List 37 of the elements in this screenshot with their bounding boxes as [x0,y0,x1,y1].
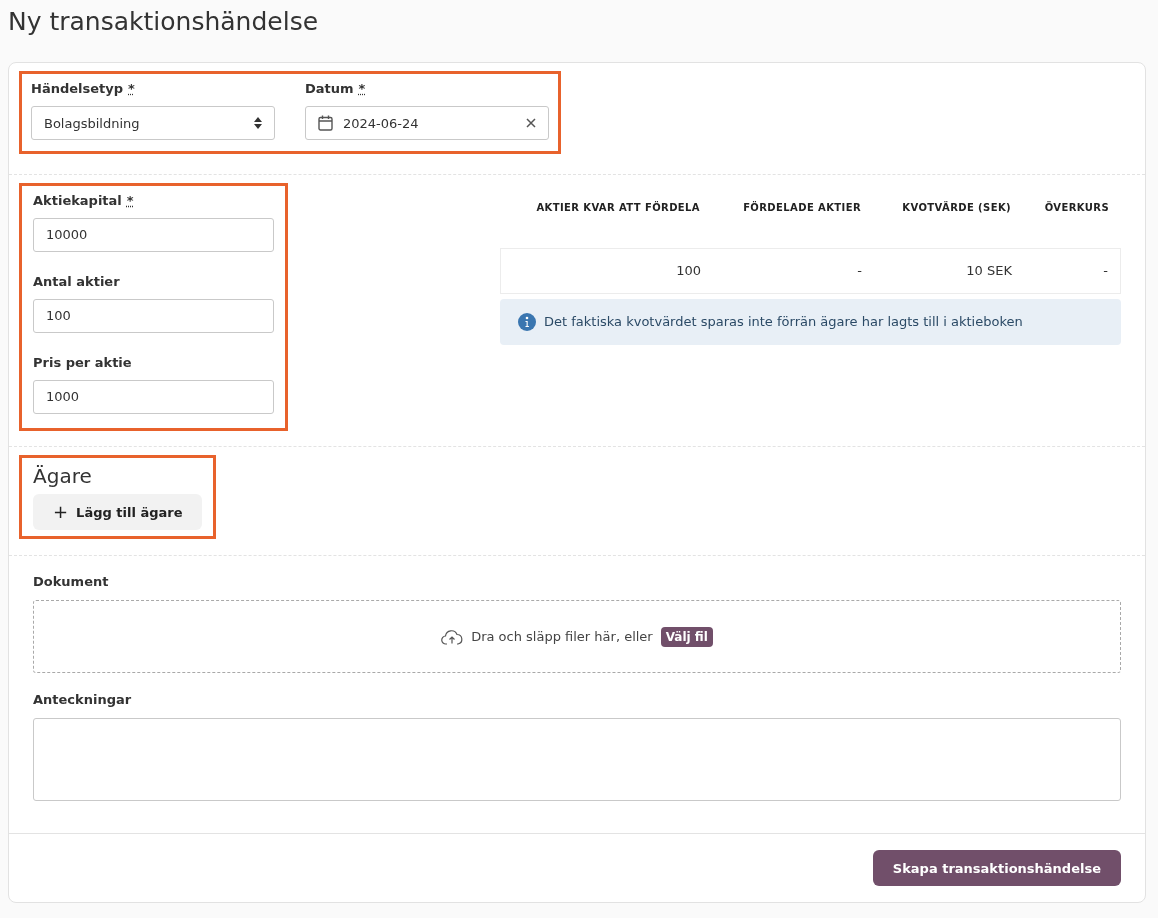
choose-file-button[interactable]: Välj fil [660,626,713,647]
info-text: Det faktiska kvotvärdet sparas inte förrän ägare har lagts till i aktieboken [544,314,1023,330]
calendar-icon [318,115,333,131]
info-icon [518,312,536,331]
section-heading: Ägare [33,464,93,488]
dropzone-text: Dra och släpp filer här, eller [471,629,653,644]
column-header: AKTIER KVAR ATT FÖRDELA [535,201,700,213]
table-cell-text: - [856,263,862,279]
field-label: Anteckningar [33,692,132,707]
table-cell-text: 10 SEK [965,263,1012,279]
date-field[interactable]: 2024-06-24 [305,106,549,140]
field-label: Aktiekapital [33,192,122,209]
file-dropzone[interactable]: Dra och släpp filer här, eller Välj fil [33,600,1121,673]
notes-field[interactable] [33,718,1121,801]
field-label: Pris per aktie [33,354,132,371]
sort-caret-icon [254,117,262,129]
cloud-upload-icon [441,628,464,645]
submit-button[interactable]: Skapa transaktionshändelse [872,850,1121,886]
required-mark: * [358,81,366,97]
input-field[interactable]: 10000 [33,217,274,252]
clear-icon[interactable] [526,118,536,128]
column-header: KVOTVÄRDE (SEK) [901,201,1011,213]
column-header: FÖRDELADE AKTIER [742,201,861,213]
required-mark: * [128,81,135,97]
select-field[interactable]: Bolagsbildning [31,106,275,140]
column-header: ÖVERKURS [1043,201,1110,213]
field-label: Dokument [33,574,109,589]
page-title: Ny transaktionshändelse [8,6,320,38]
input-field[interactable]: 1000 [33,379,274,414]
required-mark: * [126,192,134,209]
field-label: Händelsetyp [31,81,124,97]
table-cell-text: 100 [675,263,701,279]
field-label: Antal aktier [33,273,120,290]
field-label: Datum [305,81,354,97]
input-field[interactable]: 100 [33,298,274,333]
add-owner-button[interactable]: + Lägg till ägare [33,494,203,530]
table-cell-text: - [1102,263,1109,279]
